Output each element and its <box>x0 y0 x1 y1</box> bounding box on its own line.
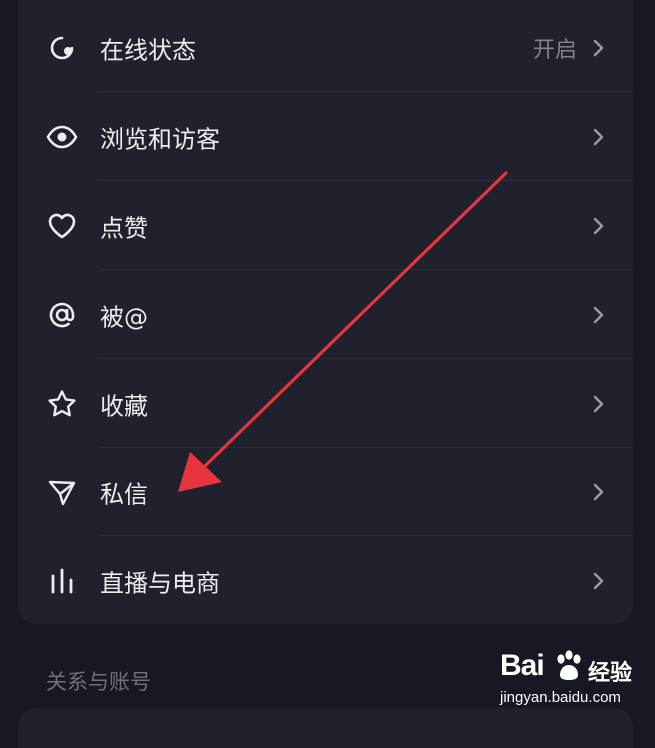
heart-icon <box>45 209 79 243</box>
settings-row-views-visitors[interactable]: 浏览和访客 <box>18 92 633 181</box>
settings-card: 在线状态 开启 浏览和访客 点赞 被@ 收藏 私信 直播与电商 <box>18 0 633 624</box>
chevron-right-icon <box>593 483 604 500</box>
settings-row-mentions[interactable]: 被@ <box>18 270 633 359</box>
chevron-right-icon <box>593 39 604 56</box>
settings-row-label: 收藏 <box>100 392 148 420</box>
watermark-brand: Bai <box>500 649 545 682</box>
settings-row-label: 私信 <box>100 480 148 508</box>
settings-row-label: 被@ <box>100 303 148 331</box>
next-settings-card <box>18 708 633 748</box>
watermark-brand-cn: 经验 <box>588 661 633 686</box>
chevron-right-icon <box>593 572 604 589</box>
settings-row-label: 点赞 <box>100 214 148 242</box>
settings-row-label: 在线状态 <box>100 36 196 64</box>
watermark-site: jingyan.baidu.com <box>500 689 621 706</box>
settings-row-online-status[interactable]: 在线状态 开启 <box>18 3 633 92</box>
online-status-icon <box>45 31 79 65</box>
settings-row-value: 开启 <box>532 37 577 63</box>
settings-row-favorites[interactable]: 收藏 <box>18 359 633 448</box>
paw-icon <box>557 650 581 680</box>
settings-row-live-commerce[interactable]: 直播与电商 <box>18 536 633 625</box>
chevron-right-icon <box>593 395 604 412</box>
settings-row-label: 浏览和访客 <box>100 125 220 153</box>
settings-row-direct-messages[interactable]: 私信 <box>18 447 633 536</box>
star-icon <box>45 387 79 421</box>
bar-chart-icon <box>45 564 79 598</box>
section-title: 关系与账号 <box>46 670 151 694</box>
send-icon <box>45 475 79 509</box>
eye-icon <box>45 120 79 154</box>
chevron-right-icon <box>593 128 604 145</box>
chevron-right-icon <box>593 217 604 234</box>
settings-row-label: 直播与电商 <box>100 569 220 597</box>
settings-row-likes[interactable]: 点赞 <box>18 181 633 270</box>
chevron-right-icon <box>593 306 604 323</box>
watermark-logo: Bai 经验 jingyan.baidu.com <box>500 645 650 713</box>
at-icon <box>45 298 79 332</box>
